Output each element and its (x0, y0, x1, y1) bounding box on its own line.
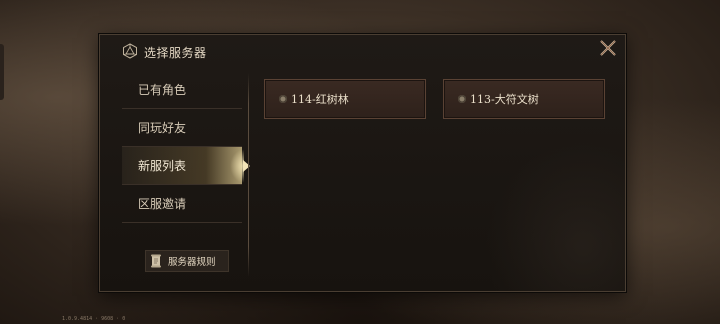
tab-label: 同玩好友 (138, 121, 187, 135)
tab-label: 已有角色 (138, 83, 187, 97)
d20-dice-icon (123, 43, 137, 59)
gear-icon (279, 95, 287, 103)
tab-new-servers[interactable]: 新服列表 (122, 147, 250, 185)
server-rules-button[interactable]: 服务器规则 (145, 250, 229, 272)
close-button[interactable] (597, 37, 619, 59)
sidebar-divider (248, 73, 249, 277)
tab-label: 新服列表 (138, 159, 187, 173)
server-name: 113-大符文树 (470, 93, 539, 106)
tab-label: 区服邀请 (138, 197, 187, 211)
dialog-header: 选择服务器 (100, 35, 625, 69)
scroll-icon (151, 254, 161, 268)
tab-friends[interactable]: 同玩好友 (122, 109, 242, 147)
rules-button-label: 服务器规则 (168, 257, 216, 268)
sidebar-tabs: 已有角色 同玩好友 新服列表 区服邀请 (122, 71, 250, 277)
gear-icon (458, 95, 466, 103)
server-name: 114-红树林 (291, 93, 349, 106)
server-select-dialog: 选择服务器 已有角色 同玩好友 新服列表 区服邀请 服务器规则 114-红树林 … (99, 34, 626, 292)
server-card-114[interactable]: 114-红树林 (264, 79, 426, 119)
server-card-113[interactable]: 113-大符文树 (443, 79, 605, 119)
tab-server-invites[interactable]: 区服邀请 (122, 185, 242, 223)
tab-glow (230, 149, 244, 183)
version-text: 1.0.9.4814 · 9608 · 0 (62, 316, 126, 322)
side-handle[interactable] (0, 44, 4, 100)
tab-existing-characters[interactable]: 已有角色 (122, 71, 242, 109)
dialog-title: 选择服务器 (144, 46, 207, 60)
